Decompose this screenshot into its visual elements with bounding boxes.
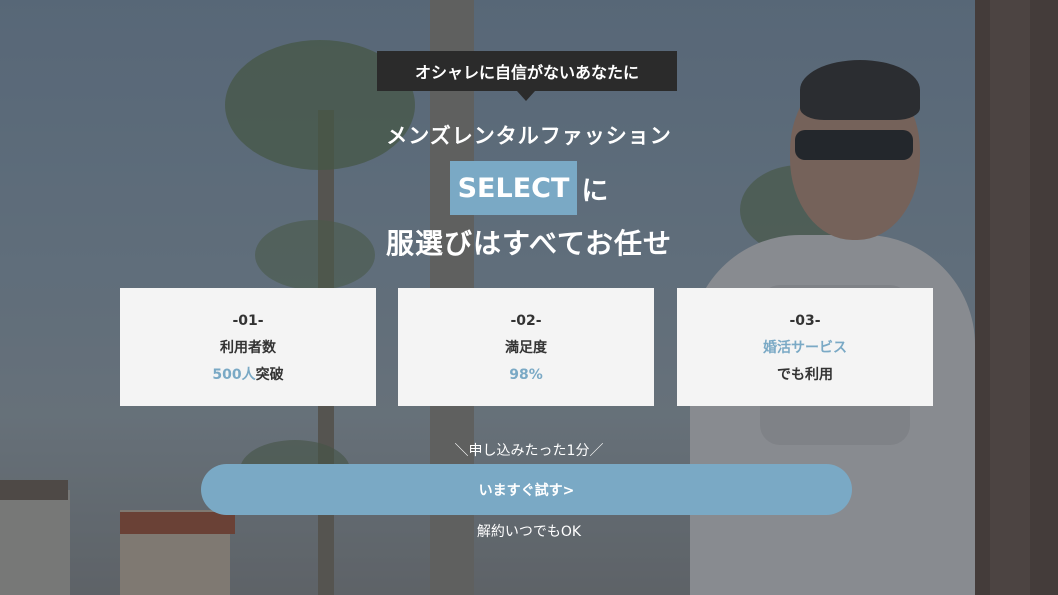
- stat-card-konkatsu: -03- 婚活サービス でも利用: [677, 288, 933, 406]
- stat-label: 利用者数: [220, 340, 276, 356]
- tagline-bubble: オシャレに自信がないあなたに: [377, 51, 677, 101]
- stat-label: 満足度: [505, 340, 547, 356]
- stat-value-accent: 98%: [509, 367, 543, 383]
- stat-card-users: -01- 利用者数 500人突破: [120, 288, 376, 406]
- brand-suffix: に: [581, 175, 609, 207]
- brand-name: SELECT: [449, 161, 578, 215]
- stat-number: -03-: [789, 313, 821, 329]
- hero-subtitle: メンズレンタルファッション: [386, 124, 672, 148]
- stat-value: でも利用: [777, 367, 833, 383]
- stat-number: -02-: [510, 313, 542, 329]
- brand-row: SELECT に: [0, 161, 1058, 215]
- stat-card-satisfaction: -02- 満足度 98%: [398, 288, 654, 406]
- stat-value-accent: 500人: [212, 367, 256, 383]
- try-now-button[interactable]: いますぐ試す>: [201, 464, 852, 515]
- stat-number: -01-: [232, 313, 264, 329]
- stat-label-accent: 婚活サービス: [763, 340, 847, 356]
- hero-headline: 服選びはすべてお任せ: [385, 227, 673, 260]
- cancel-anytime-note: 解約いつでもOK: [476, 524, 582, 540]
- cta-caption: ＼申し込みたった1分／: [454, 443, 604, 459]
- stat-value: 500人突破: [120, 366, 376, 393]
- stat-value-rest: 突破: [255, 367, 284, 383]
- stat-value: 98%: [398, 366, 654, 393]
